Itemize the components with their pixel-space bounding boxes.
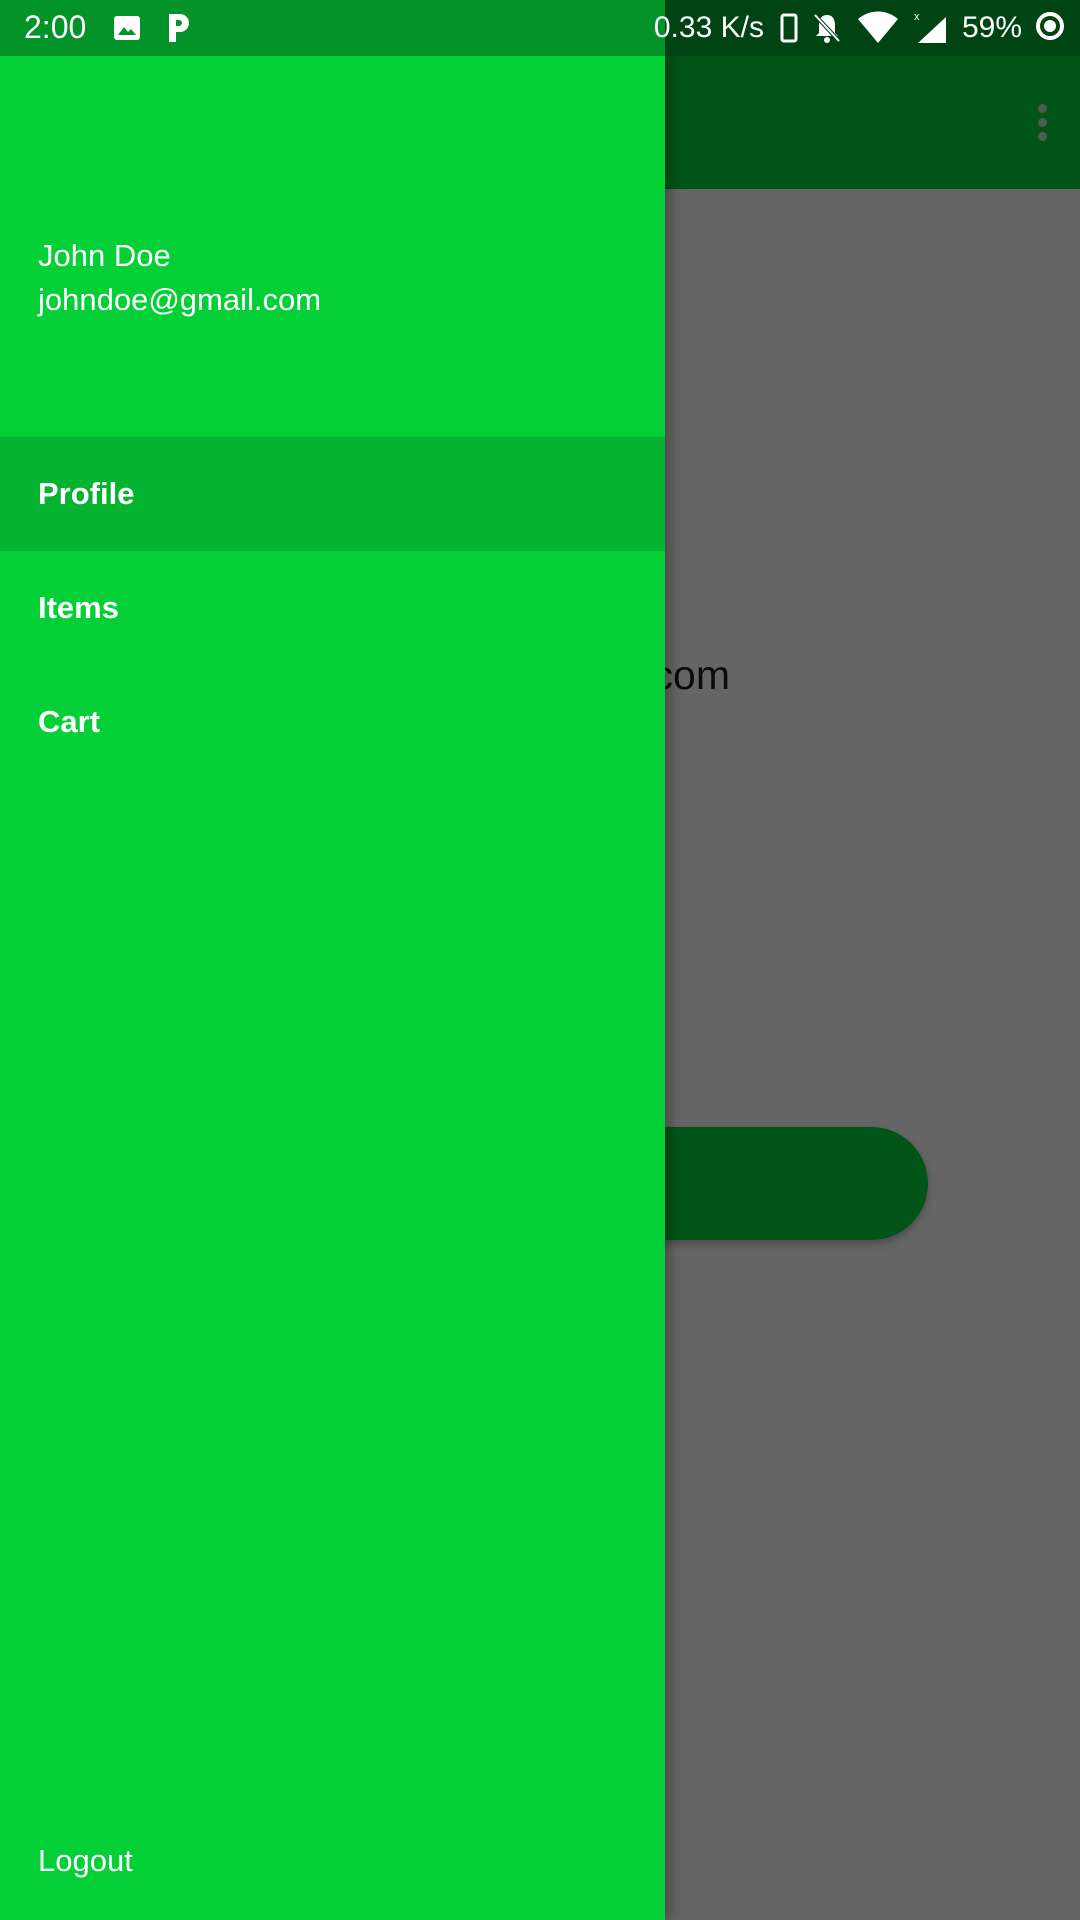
p-notification-icon [169, 14, 189, 42]
battery-percent: 59% [961, 11, 1022, 44]
status-time: 2:00 [24, 9, 87, 45]
battery-ring-icon [1034, 10, 1066, 47]
drawer-item-profile[interactable]: Profile [0, 437, 665, 551]
drawer-nav-list: Profile Items Cart [0, 437, 665, 779]
overflow-menu-icon[interactable] [1022, 92, 1062, 152]
drawer-item-cart[interactable]: Cart [0, 665, 665, 779]
drawer-item-items[interactable]: Items [0, 551, 665, 665]
drawer-user-email: johndoe@gmail.com [38, 282, 322, 317]
gallery-icon [114, 16, 140, 40]
drawer-user-name: John Doe [38, 238, 171, 273]
signal-icon: x [914, 11, 948, 45]
phone-icon [780, 13, 798, 43]
drawer-item-label: Cart [38, 704, 101, 739]
svg-text:x: x [914, 11, 920, 23]
bell-off-icon [812, 12, 842, 44]
drawer-item-label: Items [38, 590, 119, 625]
network-speed: 0.33 K/s [653, 11, 764, 44]
navigation-drawer: John Doe johndoe@gmail.com Profile Items… [0, 0, 665, 1920]
status-bar: 2:00 0.33 K/s x 59% [0, 0, 1080, 56]
wifi-icon [856, 11, 900, 45]
logout-button[interactable]: Logout [38, 1843, 133, 1879]
status-right-group: 0.33 K/s x 59% [654, 0, 1080, 56]
drawer-item-label: Profile [38, 476, 135, 511]
